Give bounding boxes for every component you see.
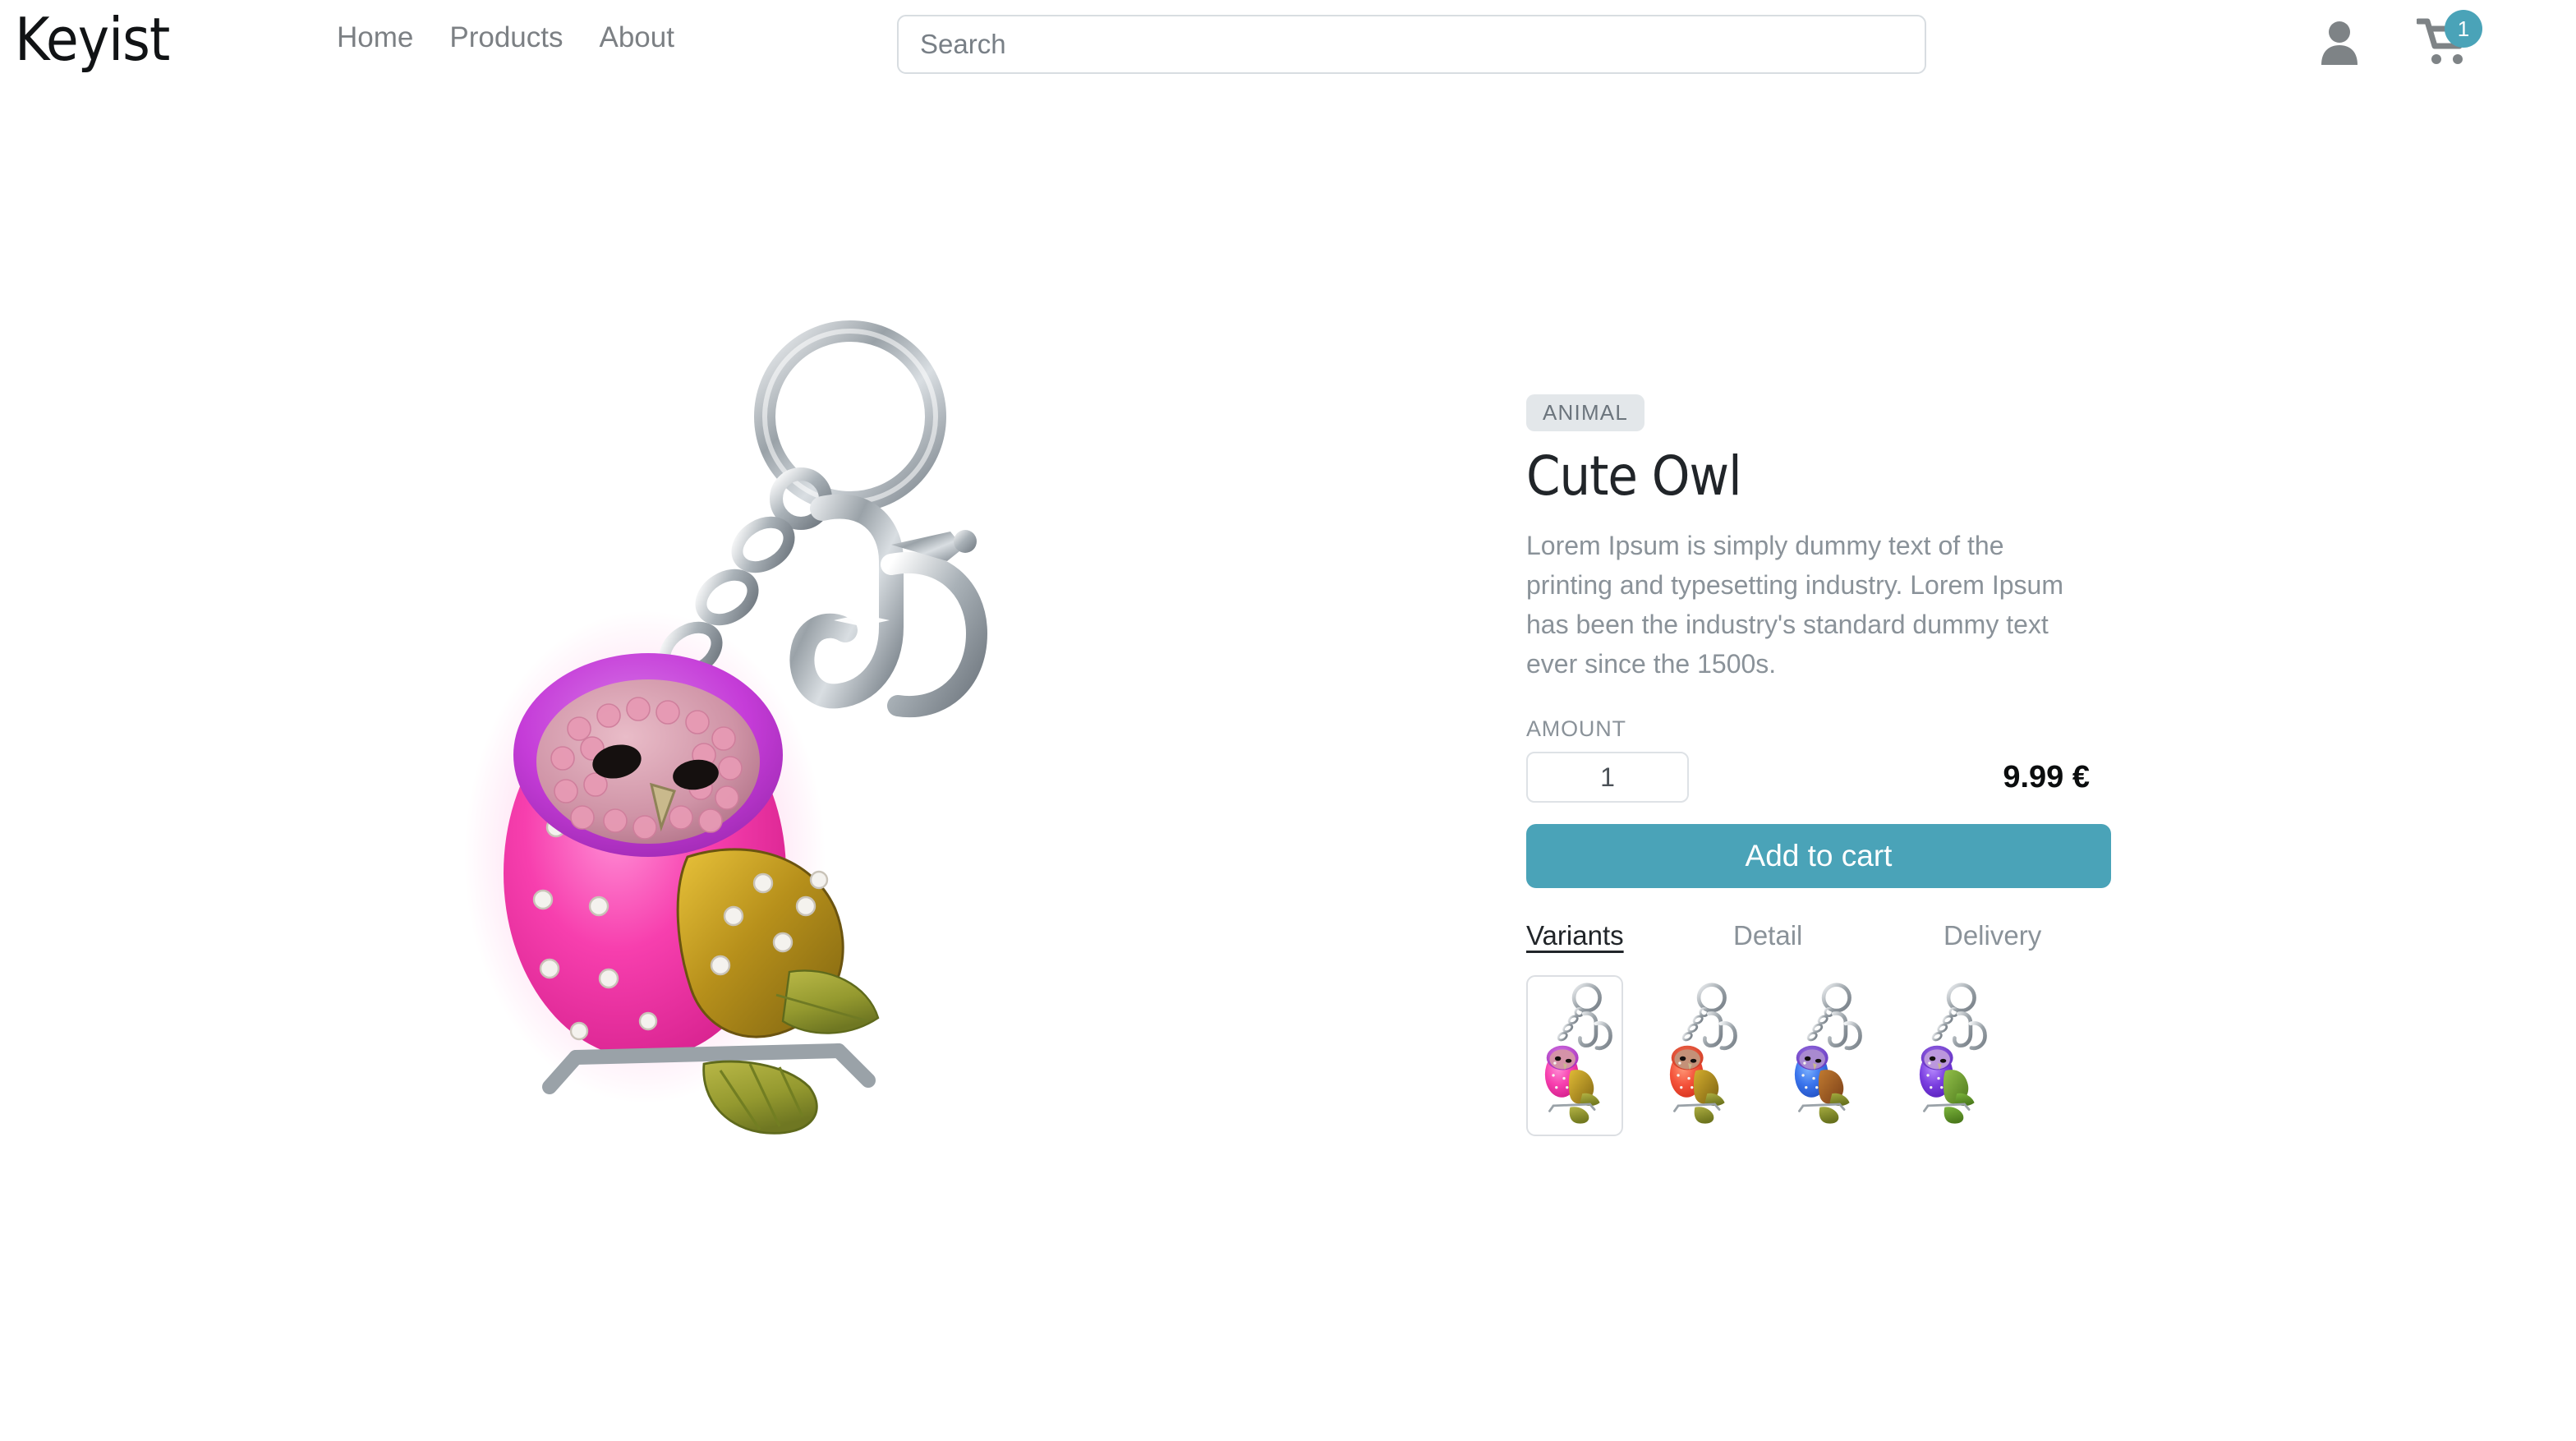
nav-item-home[interactable]: Home — [319, 23, 431, 52]
search-container — [897, 15, 1926, 74]
site-header: Keyist Home Products About Search 1 — [0, 0, 2576, 90]
purple-owl-keychain-icon — [1910, 981, 1989, 1130]
product-category-badge: ANIMAL — [1526, 394, 1645, 431]
account-button[interactable] — [2318, 19, 2361, 65]
tab-delivery[interactable]: Delivery — [1944, 919, 2041, 952]
product-description: Lorem Ipsum is simply dummy text of the … — [1526, 531, 2063, 679]
search-input[interactable] — [897, 15, 1926, 74]
amount-label: AMOUNT — [1526, 716, 1626, 742]
orange-owl-keychain-icon — [1660, 981, 1739, 1130]
tab-variants[interactable]: Variants — [1526, 919, 1733, 952]
pink-owl-keychain-icon — [1535, 981, 1614, 1130]
add-to-cart-button[interactable]: Add to cart — [1526, 824, 2111, 889]
variant-thumb-blue[interactable] — [1776, 974, 1873, 1136]
variant-thumb-pink[interactable] — [1526, 974, 1623, 1136]
variant-thumb-orange[interactable] — [1651, 974, 1748, 1136]
product-tabs: Variants Detail Delivery — [1526, 919, 2111, 952]
product-main-image — [398, 315, 1072, 1140]
main-content: ANIMAL Cute Owl Lorem Ipsum is simply du… — [0, 90, 2576, 1441]
blue-owl-keychain-icon — [1785, 981, 1864, 1130]
user-icon — [2318, 21, 2361, 68]
nav-item-about[interactable]: About — [582, 23, 692, 52]
product-price: 9.99 € — [2003, 759, 2090, 794]
tab-detail[interactable]: Detail — [1733, 919, 1944, 952]
cart-button[interactable]: 1 — [2415, 10, 2482, 69]
variant-thumbnail-list — [1526, 974, 2111, 1139]
cart-count-badge: 1 — [2445, 10, 2482, 48]
nav-item-products[interactable]: Products — [431, 23, 581, 52]
product-title: Cute Owl — [1526, 444, 1742, 508]
site-logo[interactable]: Keyist — [15, 10, 170, 69]
variant-thumb-purple[interactable] — [1901, 974, 1998, 1136]
quantity-input[interactable] — [1526, 752, 1689, 803]
product-image-gallery[interactable] — [140, 296, 1331, 1158]
main-navigation: Home Products About — [319, 23, 692, 52]
product-details-panel: ANIMAL Cute Owl Lorem Ipsum is simply du… — [1526, 394, 2111, 1139]
header-actions: 1 — [2318, 10, 2482, 69]
shopping-cart-icon — [2415, 18, 2471, 69]
quantity-price-row: 9.99 € — [1526, 752, 2101, 803]
